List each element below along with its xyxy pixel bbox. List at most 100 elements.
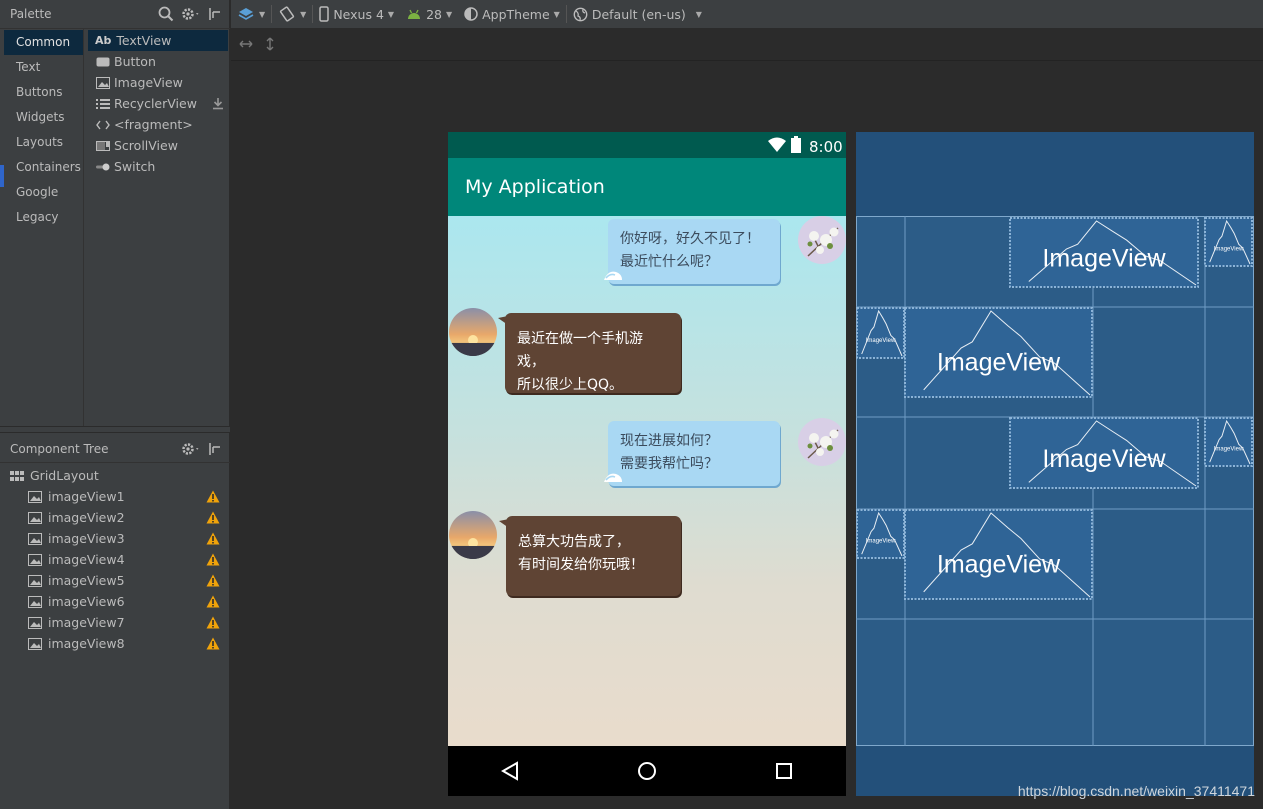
tree-item-label: imageView4 (48, 552, 125, 567)
warning-icon[interactable] (206, 574, 220, 587)
tree-item-imageview7[interactable]: imageView7 (28, 612, 228, 633)
palette-item-fragment[interactable]: <fragment> (88, 114, 228, 135)
category-common[interactable]: Common (4, 30, 83, 55)
category-text[interactable]: Text (4, 55, 83, 80)
avatar-friend (449, 308, 497, 356)
message-line: 有时间发给你玩哦！ (518, 557, 644, 573)
theme-selector[interactable]: AppTheme ▼ (458, 0, 566, 28)
layers-button[interactable]: ▼ (231, 0, 271, 28)
tree-item-label: imageView1 (48, 489, 125, 504)
imageview-placeholder-small[interactable]: ImageView (856, 307, 905, 359)
home-icon[interactable] (637, 761, 657, 781)
watermark: https://blog.csdn.net/weixin_37411471 (1017, 783, 1255, 799)
category-google[interactable]: Google (4, 180, 83, 205)
fragment-icon (94, 118, 112, 132)
search-icon[interactable] (158, 6, 174, 22)
imageview-icon (28, 553, 42, 566)
locale-selector[interactable]: Default (en-us) ▼ (567, 0, 708, 28)
gear-icon[interactable] (181, 441, 201, 457)
palette-item-scrollview[interactable]: ScrollView (88, 135, 228, 156)
tree-root-gridlayout[interactable]: GridLayout (10, 465, 210, 486)
chevron-down-icon: ▼ (695, 9, 702, 19)
imageview-placeholder-small[interactable]: ImageView (856, 509, 905, 559)
chevron-down-icon: ▼ (387, 9, 395, 19)
category-legacy[interactable]: Legacy (4, 205, 83, 230)
tree-item-imageview1[interactable]: imageView1 (28, 486, 228, 507)
orientation-button[interactable]: ▼ (272, 0, 312, 28)
palette-item-recyclerview[interactable]: RecyclerView (88, 93, 228, 114)
globe-icon (573, 7, 588, 22)
warning-icon[interactable] (206, 637, 220, 650)
warning-icon[interactable] (206, 553, 220, 566)
divider (83, 29, 84, 426)
message-line: 需要我帮忙吗？ (620, 456, 718, 472)
blueprint-preview[interactable]: ImageView ImageView ImageView ImageView Imag… (856, 132, 1254, 796)
divider (0, 28, 230, 29)
warning-icon[interactable] (206, 595, 220, 608)
hide-panel-icon[interactable] (208, 441, 222, 457)
design-preview[interactable]: 8:00 My Application 你好呀，好久不见了！ 最近忙什么呢？ 最… (448, 132, 846, 796)
tree-item-imageview3[interactable]: imageView3 (28, 528, 228, 549)
vertical-resize-icon[interactable] (265, 37, 275, 51)
battery-icon (791, 136, 801, 153)
status-time: 8:00 (809, 138, 843, 156)
imageview-placeholder[interactable]: ImageView (1009, 217, 1199, 288)
message-line: 现在进展如何？ (620, 433, 718, 449)
app-title: My Application (465, 176, 605, 198)
splitter-handle[interactable] (0, 426, 230, 433)
imageview-placeholder[interactable]: ImageView (1009, 417, 1199, 489)
warning-icon[interactable] (206, 511, 220, 524)
phone-icon (319, 6, 330, 22)
api-selector[interactable]: 28 ▼ (400, 0, 458, 28)
tree-item-label: imageView7 (48, 615, 125, 630)
theme-label: AppTheme (482, 6, 550, 22)
category-layouts[interactable]: Layouts (4, 130, 83, 155)
back-icon[interactable] (501, 761, 519, 781)
tree-item-imageview4[interactable]: imageView4 (28, 549, 228, 570)
imageview-placeholder-small[interactable]: ImageView (1204, 217, 1253, 267)
warning-icon[interactable] (206, 490, 220, 503)
download-icon[interactable] (212, 97, 224, 110)
chevron-down-icon: ▼ (259, 9, 266, 19)
rotate-icon (278, 5, 296, 23)
tree-item-label: GridLayout (30, 468, 99, 483)
tree-item-imageview6[interactable]: imageView6 (28, 591, 228, 612)
imageview-placeholder[interactable]: ImageView (904, 509, 1093, 600)
wifi-icon (767, 137, 787, 152)
chevron-down-icon: ▼ (553, 9, 560, 19)
tree-item-label: imageView3 (48, 531, 125, 546)
warning-icon[interactable] (206, 532, 220, 545)
tree-item-imageview2[interactable]: imageView2 (28, 507, 228, 528)
chevron-down-icon: ▼ (445, 9, 453, 19)
palette-item-textview[interactable]: Ab TextView (88, 30, 228, 51)
category-widgets[interactable]: Widgets (4, 105, 83, 130)
message-line: 总算大功告成了， (518, 534, 630, 550)
hide-panel-icon[interactable] (208, 6, 222, 22)
palette-item-label: RecyclerView (114, 96, 197, 111)
palette-item-button[interactable]: Button (88, 51, 228, 72)
recents-icon[interactable] (775, 762, 793, 780)
chat-bubble-left: 最近在做一个手机游戏， 所以很少上QQ。 (505, 313, 681, 393)
category-containers[interactable]: Containers (4, 155, 83, 180)
palette-item-label: Button (114, 54, 156, 69)
palette-item-imageview[interactable]: ImageView (88, 72, 228, 93)
warning-icon[interactable] (206, 616, 220, 629)
palette-item-switch[interactable]: Switch (88, 156, 228, 177)
device-selector[interactable]: Nexus 4 ▼ (313, 0, 400, 28)
avatar-self (798, 216, 846, 264)
navigation-bar (448, 746, 846, 796)
chevron-down-icon: ▼ (300, 9, 307, 19)
tree-item-imageview5[interactable]: imageView5 (28, 570, 228, 591)
imageview-placeholder[interactable]: ImageView (904, 307, 1093, 398)
component-tree-title: Component Tree (10, 442, 109, 456)
imageview-label: ImageView (1042, 445, 1166, 473)
horizontal-resize-icon[interactable] (239, 39, 253, 49)
gear-icon[interactable] (181, 6, 201, 22)
chat-bubble-right: 现在进展如何？ 需要我帮忙吗？ (608, 421, 780, 486)
category-buttons[interactable]: Buttons (4, 80, 83, 105)
imageview-icon (28, 616, 42, 629)
palette-header: Palette (0, 0, 230, 28)
tree-item-imageview8[interactable]: imageView8 (28, 633, 228, 654)
button-icon (94, 55, 112, 69)
imageview-placeholder-small[interactable]: ImageView (1204, 417, 1253, 467)
